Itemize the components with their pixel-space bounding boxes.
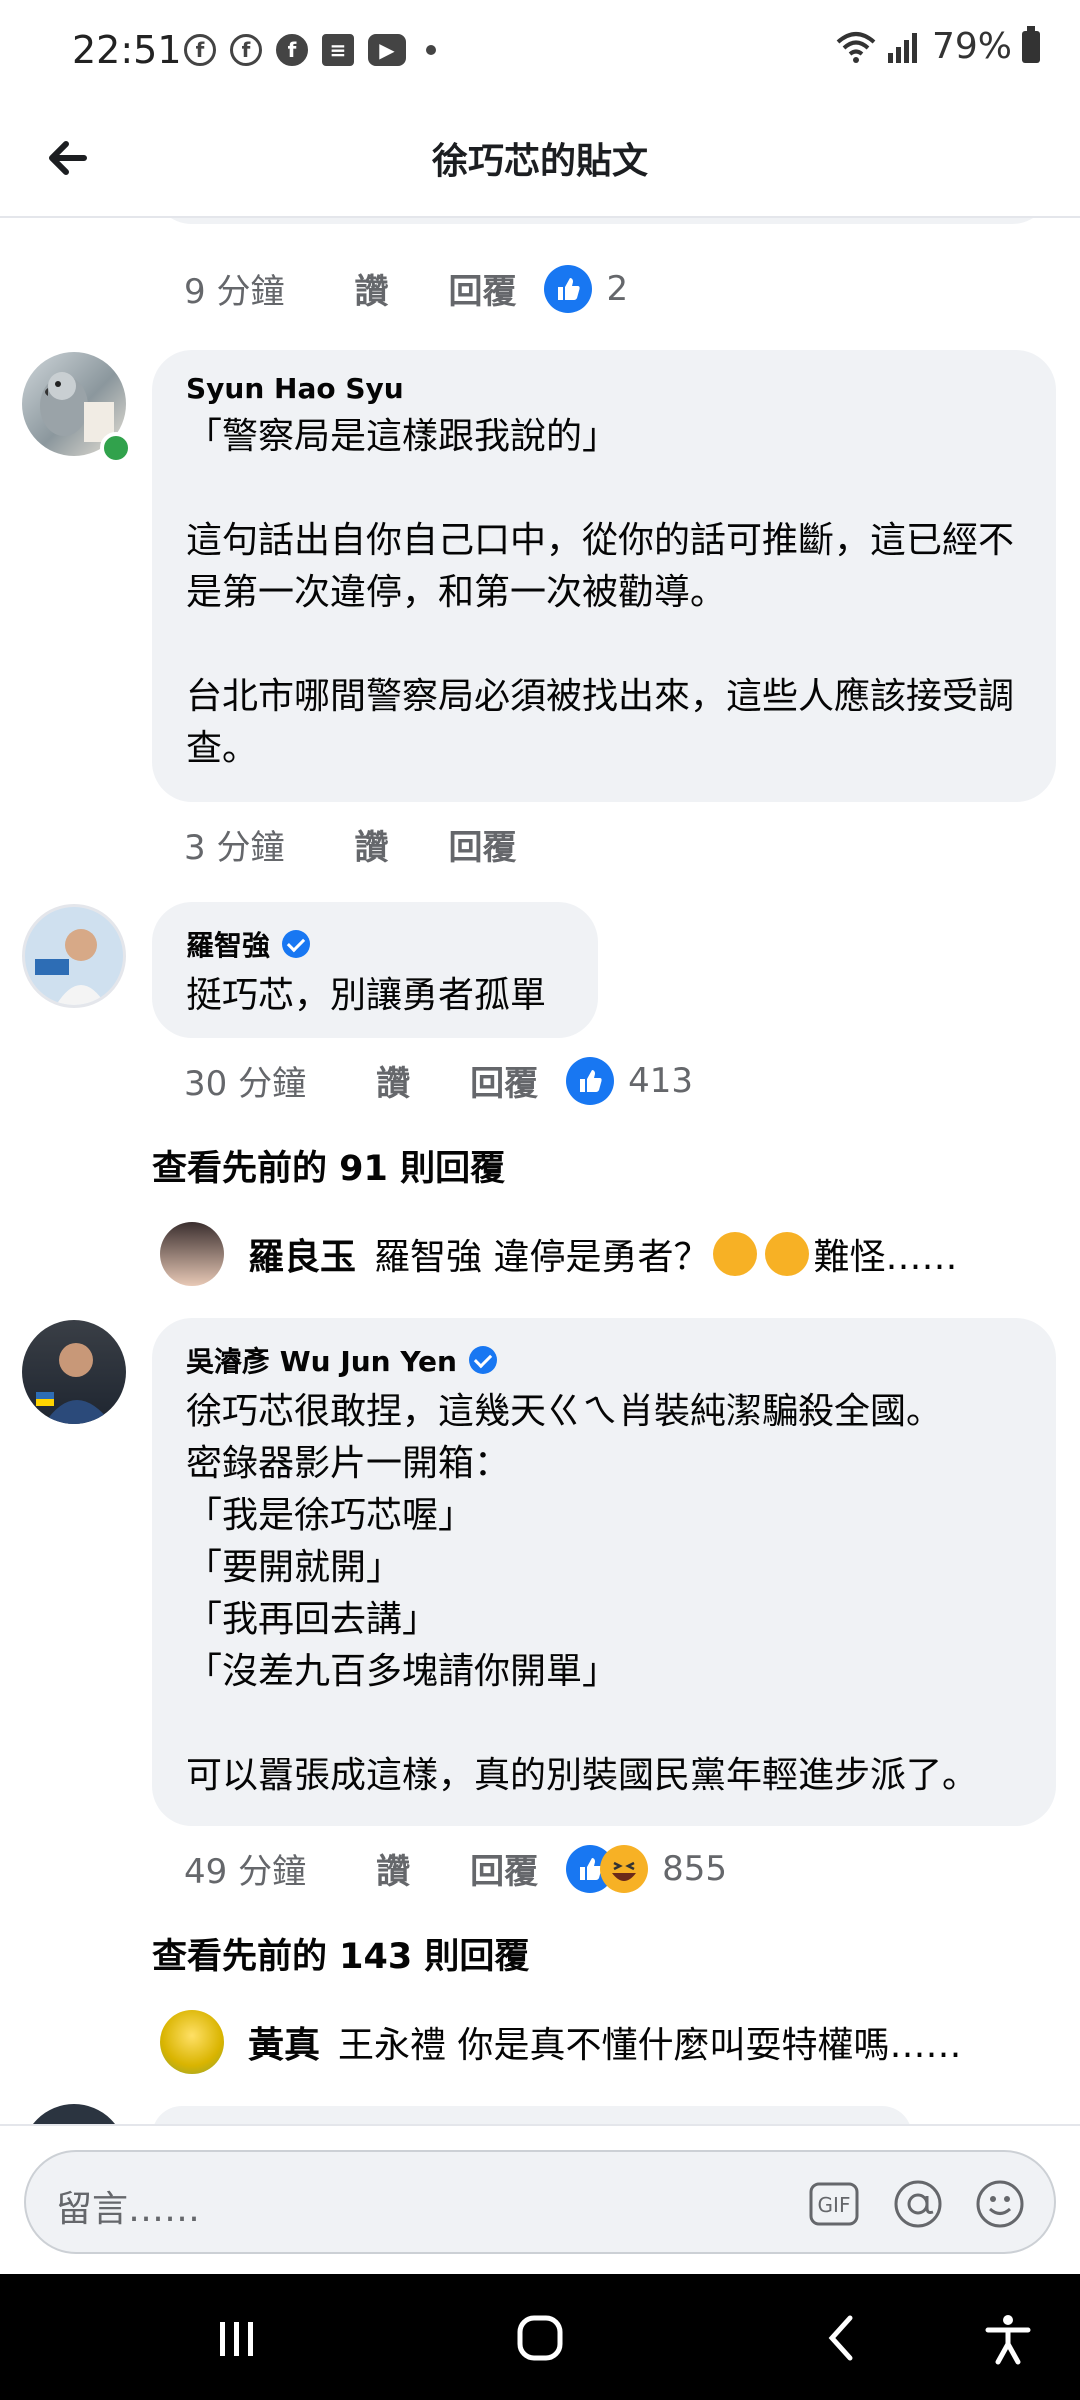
- news-icon: ≡: [322, 34, 354, 66]
- verified-badge-icon: [282, 930, 311, 958]
- view-previous-replies-button[interactable]: 查看先前的 91 則回覆: [152, 1140, 505, 1191]
- more-notifications-icon: [426, 45, 436, 55]
- comment-actions: 3 分鐘 讚 回覆: [184, 820, 544, 869]
- status-time: 22:51: [72, 28, 182, 72]
- commenter-name-text[interactable]: 吳濬彥 Wu Jun Yen: [186, 1340, 457, 1380]
- like-button[interactable]: 讚: [354, 264, 388, 313]
- reaction-count[interactable]: 2: [606, 269, 628, 309]
- comment-time: 30 分鐘: [184, 1064, 307, 1104]
- battery-icon: [1022, 25, 1040, 63]
- reply-avatar[interactable]: [160, 1222, 224, 1286]
- wifi-icon: [836, 31, 876, 63]
- haha-reaction-icon[interactable]: [600, 1844, 649, 1893]
- reply-button[interactable]: 回覆: [470, 1844, 538, 1893]
- verified-badge-icon: [468, 1346, 497, 1374]
- reply-text-end: 難怪……: [813, 1237, 958, 1278]
- youtube-icon: ▶: [368, 34, 406, 66]
- avatar[interactable]: [22, 2104, 126, 2124]
- commenter-name[interactable]: Syun Hao Syu: [186, 372, 1022, 405]
- system-navigation-bar: [0, 2274, 1080, 2400]
- comment-text: 徐巧芯很敢捏，這幾天ㄍㄟ肖裝純潔騙殺全國。 密錄器影片一開箱： 「我是徐巧芯喔」…: [186, 1391, 979, 1796]
- top-bar: 徐巧芯的貼文: [0, 104, 1080, 218]
- battery-percent: 79%: [931, 26, 1012, 67]
- reply-avatar[interactable]: [160, 2010, 224, 2074]
- comment-bubble[interactable]: 吳濬彥 Wu Jun Yen 徐巧芯很敢捏，這幾天ㄍㄟ肖裝純潔騙殺全國。 密錄器…: [152, 1318, 1056, 1826]
- laughing-emoji-icon: [713, 1232, 758, 1276]
- commenter-name[interactable]: 吳濬彥 Wu Jun Yen: [186, 1340, 1022, 1380]
- like-button[interactable]: 讚: [376, 1844, 410, 1893]
- commenter-name[interactable]: 羅智強: [186, 924, 564, 964]
- facebook-icon: f: [276, 34, 308, 66]
- view-previous-replies-button[interactable]: 查看先前的 143 則回覆: [152, 1928, 529, 1979]
- reaction-count[interactable]: 413: [628, 1061, 693, 1101]
- status-bar: 22:51 f f f ≡ ▶ 79%: [0, 0, 1080, 104]
- page-title: 徐巧芯的貼文: [431, 141, 648, 182]
- comment-time: 3 分鐘: [184, 828, 285, 868]
- comment-actions: 49 分鐘 讚 回覆 855: [184, 1844, 727, 1893]
- comment-time: 9 分鐘: [184, 272, 285, 312]
- reply-author[interactable]: 羅良玉: [248, 1228, 356, 1280]
- comment-actions: 9 分鐘 讚 回覆 2: [184, 264, 628, 313]
- comment-input[interactable]: 留言…… GIF: [24, 2150, 1056, 2254]
- like-button[interactable]: 讚: [354, 820, 388, 869]
- avatar[interactable]: [22, 904, 126, 1008]
- reply-preview[interactable]: 黃真 王永禮 你是真不懂什麼叫耍特權嗎……: [160, 2010, 961, 2074]
- laughing-emoji-icon: [765, 1232, 810, 1276]
- comment-actions: 30 分鐘 讚 回覆 413: [184, 1056, 693, 1105]
- reply-button[interactable]: 回覆: [448, 820, 516, 869]
- reply-button[interactable]: 回覆: [448, 264, 516, 313]
- comment-text: 挺巧芯，別讓勇者孤單: [186, 975, 547, 1016]
- comment-placeholder: 留言……: [56, 2189, 201, 2230]
- facebook-icon: f: [230, 34, 262, 66]
- home-icon[interactable]: [510, 2308, 570, 2368]
- like-reaction-icon[interactable]: [566, 1056, 615, 1105]
- like-button[interactable]: 讚: [376, 1056, 410, 1105]
- back-nav-icon[interactable]: [812, 2308, 872, 2368]
- politician-avatar-image: [25, 907, 123, 1005]
- system-indicators: 79%: [836, 25, 1040, 67]
- signal-icon: [887, 32, 917, 63]
- mention-icon[interactable]: [892, 2178, 944, 2230]
- avatar[interactable]: [22, 1320, 126, 1424]
- accessibility-icon[interactable]: [978, 2308, 1038, 2368]
- reply-text-start: 羅智強 違停是勇者？: [374, 1237, 710, 1278]
- facebook-icon: f: [184, 34, 216, 66]
- person-avatar-image: [36, 1343, 112, 1424]
- like-reaction-icon[interactable]: [544, 264, 593, 313]
- notification-icons: f f f ≡ ▶: [184, 34, 436, 66]
- comment-bubble[interactable]: 羅智強 挺巧芯，別讓勇者孤單: [152, 902, 598, 1038]
- comment-composer-bar: 留言…… GIF: [0, 2124, 1080, 2276]
- reply-author[interactable]: 黃真: [248, 2016, 320, 2068]
- comment-bubble[interactable]: Syun Hao Syu 「警察局是這樣跟我說的」 這句話出自你自己口中，從你的…: [152, 350, 1056, 802]
- reaction-count[interactable]: 855: [662, 1849, 727, 1889]
- previous-comment-bubble: [152, 218, 1052, 224]
- comment-text: 「警察局是這樣跟我說的」 這句話出自你自己口中，從你的話可推斷，這已經不是第一次…: [186, 416, 1015, 769]
- comment-time: 49 分鐘: [184, 1852, 307, 1892]
- comments-list: 9 分鐘 讚 回覆 2 Syun Hao Syu 「警察局是這樣跟我說的」 這句…: [0, 218, 1080, 2124]
- reply-button[interactable]: 回覆: [470, 1056, 538, 1105]
- online-indicator: [100, 432, 132, 464]
- comment-bubble[interactable]: [152, 2106, 912, 2124]
- commenter-name-text[interactable]: 羅智強: [186, 924, 270, 964]
- reply-preview[interactable]: 羅良玉 羅智強 違停是勇者？ 難怪……: [160, 1222, 957, 1286]
- gif-label: GIF: [818, 2193, 851, 2217]
- emoji-icon[interactable]: [974, 2178, 1026, 2230]
- recent-apps-icon[interactable]: [206, 2308, 266, 2368]
- reply-text: 王永禮 你是真不懂什麼叫耍特權嗎……: [338, 2025, 962, 2066]
- gif-icon[interactable]: GIF: [808, 2178, 860, 2230]
